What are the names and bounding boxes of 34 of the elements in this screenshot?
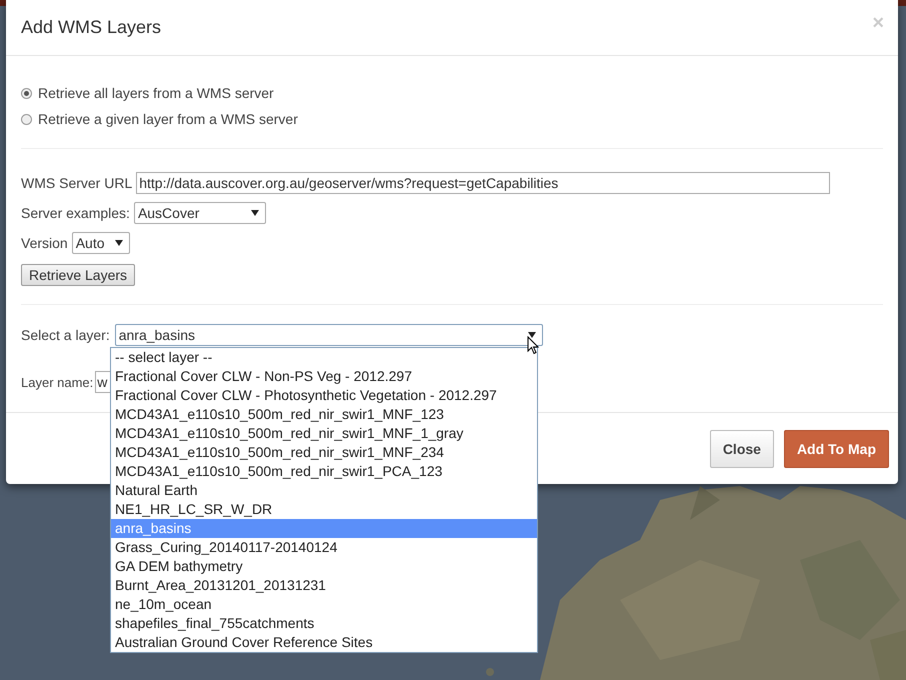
dialog-title: Add WMS Layers — [21, 17, 162, 38]
dropdown-option[interactable]: MCD43A1_e110s10_500m_red_nir_swir1_MNF_234 — [111, 443, 537, 462]
server-dropdown[interactable]: AusCover — [134, 202, 266, 224]
dropdown-option[interactable]: shapefiles_final_755catchments — [111, 614, 537, 633]
dropdown-option[interactable]: Australian Ground Cover Reference Sites — [111, 633, 537, 652]
dropdown-option[interactable]: MCD43A1_e110s10_500m_red_nir_swir1_PCA_123 — [111, 462, 537, 481]
retrieve-layers-button[interactable]: Retrieve Layers — [21, 264, 136, 286]
dropdown-option[interactable]: MCD43A1_e110s10_500m_red_nir_swir1_MNF_123 — [111, 405, 537, 424]
url-field[interactable]: http://data.auscover.org.au/geoserver/wms?request=getCapabilities — [136, 172, 830, 194]
version-dropdown[interactable]: Auto — [72, 232, 130, 254]
layer-dropdown[interactable]: anra_basins — [114, 324, 543, 346]
dropdown-option[interactable]: -- select layer -- — [111, 348, 537, 367]
radio-button[interactable] — [21, 114, 32, 124]
dropdown-option[interactable]: Natural Earth — [111, 481, 537, 500]
add-to-map-button[interactable]: Add To Map — [784, 430, 889, 468]
dropdown-option[interactable]: ne_10m_ocean — [111, 595, 537, 614]
dropdown-option[interactable]: Grass_Curing_20140117-20140124 — [111, 538, 537, 557]
radio-label: Retrieve all layers from a WMS server — [38, 85, 274, 101]
caret-icon — [114, 240, 123, 246]
field-label: Layer name: — [21, 374, 94, 390]
dropdown-option[interactable]: Fractional Cover CLW - Photosynthetic Vegetation - 2012.297 — [111, 386, 537, 405]
field-label: Version — [21, 235, 68, 251]
radio-label: Retrieve a given layer from a WMS server — [38, 111, 298, 127]
radio-button[interactable] — [21, 88, 32, 98]
close-button[interactable]: Close — [710, 430, 774, 468]
dropdown-option[interactable]: MCD43A1_e110s10_500m_red_nir_swir1_MNF_1_gray — [111, 424, 537, 443]
dropdown-option[interactable]: GA DEM bathymetry — [111, 557, 537, 576]
dropdown-option[interactable]: NE1_HR_LC_SR_W_DR — [111, 500, 537, 519]
field-label: Server examples: — [21, 205, 130, 221]
caret-icon — [250, 210, 259, 216]
dropdown-option[interactable]: Fractional Cover CLW - Non-PS Veg - 2012.297 — [111, 367, 537, 386]
field-label: Select a layer: — [21, 327, 110, 343]
dropdown-option[interactable]: Burnt_Area_20131201_20131231 — [111, 576, 537, 595]
field-label: WMS Server URL — [21, 175, 132, 191]
